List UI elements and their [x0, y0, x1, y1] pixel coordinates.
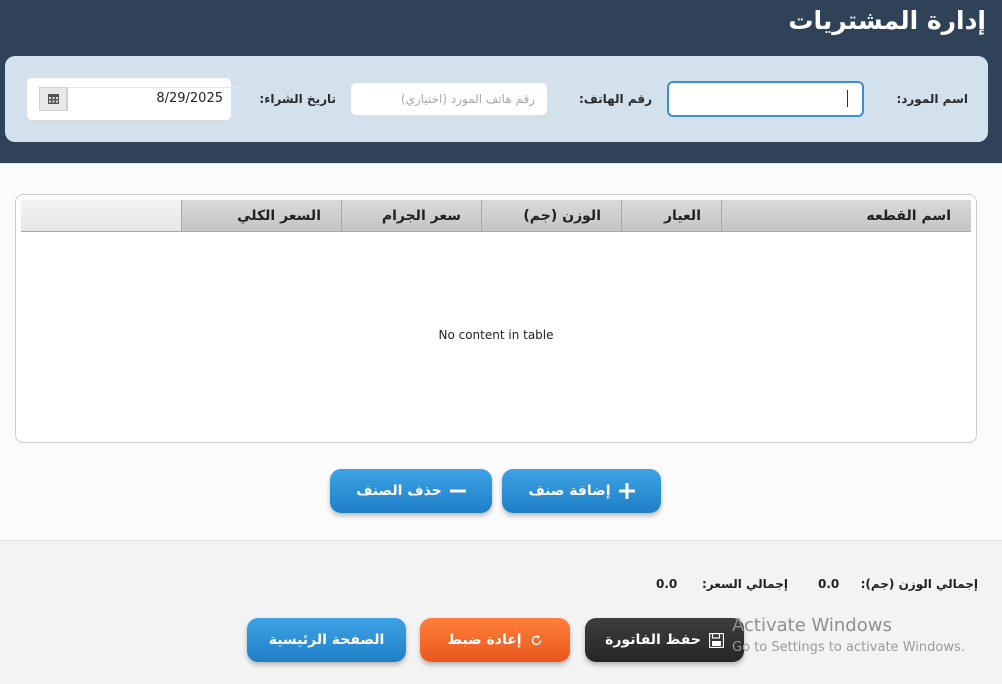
total-price-label: إجمالي السعر:: [701, 577, 788, 591]
plus-icon: [618, 483, 635, 499]
page-title: إدارة المشتريات: [788, 6, 986, 35]
floppy-disk-icon: [708, 632, 724, 648]
table-header: اسم القطعه العيار الوزن (جم) سعر الجرام …: [21, 200, 971, 232]
supplier-label: اسم المورد:: [896, 92, 968, 106]
reset-label: إعادة ضبط: [447, 632, 522, 648]
column-header-filler: [21, 200, 181, 232]
date-picker[interactable]: 8/29/2025: [26, 77, 243, 121]
column-header-gram-price[interactable]: سعر الجرام: [341, 200, 481, 232]
date-label: تاريخ الشراء:: [259, 92, 336, 106]
phone-label: رقم الهاتف:: [579, 92, 652, 106]
column-header-karat[interactable]: العيار: [621, 200, 721, 232]
column-header-total-price[interactable]: السعر الكلي: [181, 200, 341, 232]
calendar-button[interactable]: [39, 87, 67, 111]
column-header-weight[interactable]: الوزن (جم): [481, 200, 621, 232]
minus-icon: [449, 489, 466, 493]
delete-item-label: حذف الصنف: [356, 483, 442, 499]
delete-item-button[interactable]: حذف الصنف: [330, 469, 492, 513]
home-label: الصفحة الرئيسية: [268, 632, 385, 648]
date-input[interactable]: 8/29/2025: [67, 87, 243, 111]
calendar-icon: [47, 94, 59, 104]
column-header-item-name[interactable]: اسم القطعه: [721, 200, 971, 232]
refresh-icon: [531, 634, 541, 645]
supplier-name-input[interactable]: [667, 81, 864, 117]
total-weight-value: 0.0: [818, 577, 840, 591]
total-price-value: 0.0: [656, 577, 678, 591]
home-button[interactable]: الصفحة الرئيسية: [247, 618, 406, 662]
table-empty-message: No content in table: [438, 328, 554, 342]
add-item-label: إضافة صنف: [528, 483, 611, 499]
reset-button[interactable]: إعادة ضبط: [420, 618, 570, 662]
total-weight-label: إجمالي الوزن (جم):: [860, 577, 978, 591]
add-item-button[interactable]: إضافة صنف: [502, 469, 661, 513]
activation-watermark-title: Activate Windows: [732, 615, 892, 636]
activation-watermark-subtitle: Go to Settings to activate Windows.: [732, 640, 965, 655]
phone-input[interactable]: [350, 82, 548, 116]
save-invoice-button[interactable]: حفظ الفاتورة: [585, 618, 744, 662]
text-caret: [847, 90, 848, 107]
save-invoice-label: حفظ الفاتورة: [605, 632, 701, 648]
